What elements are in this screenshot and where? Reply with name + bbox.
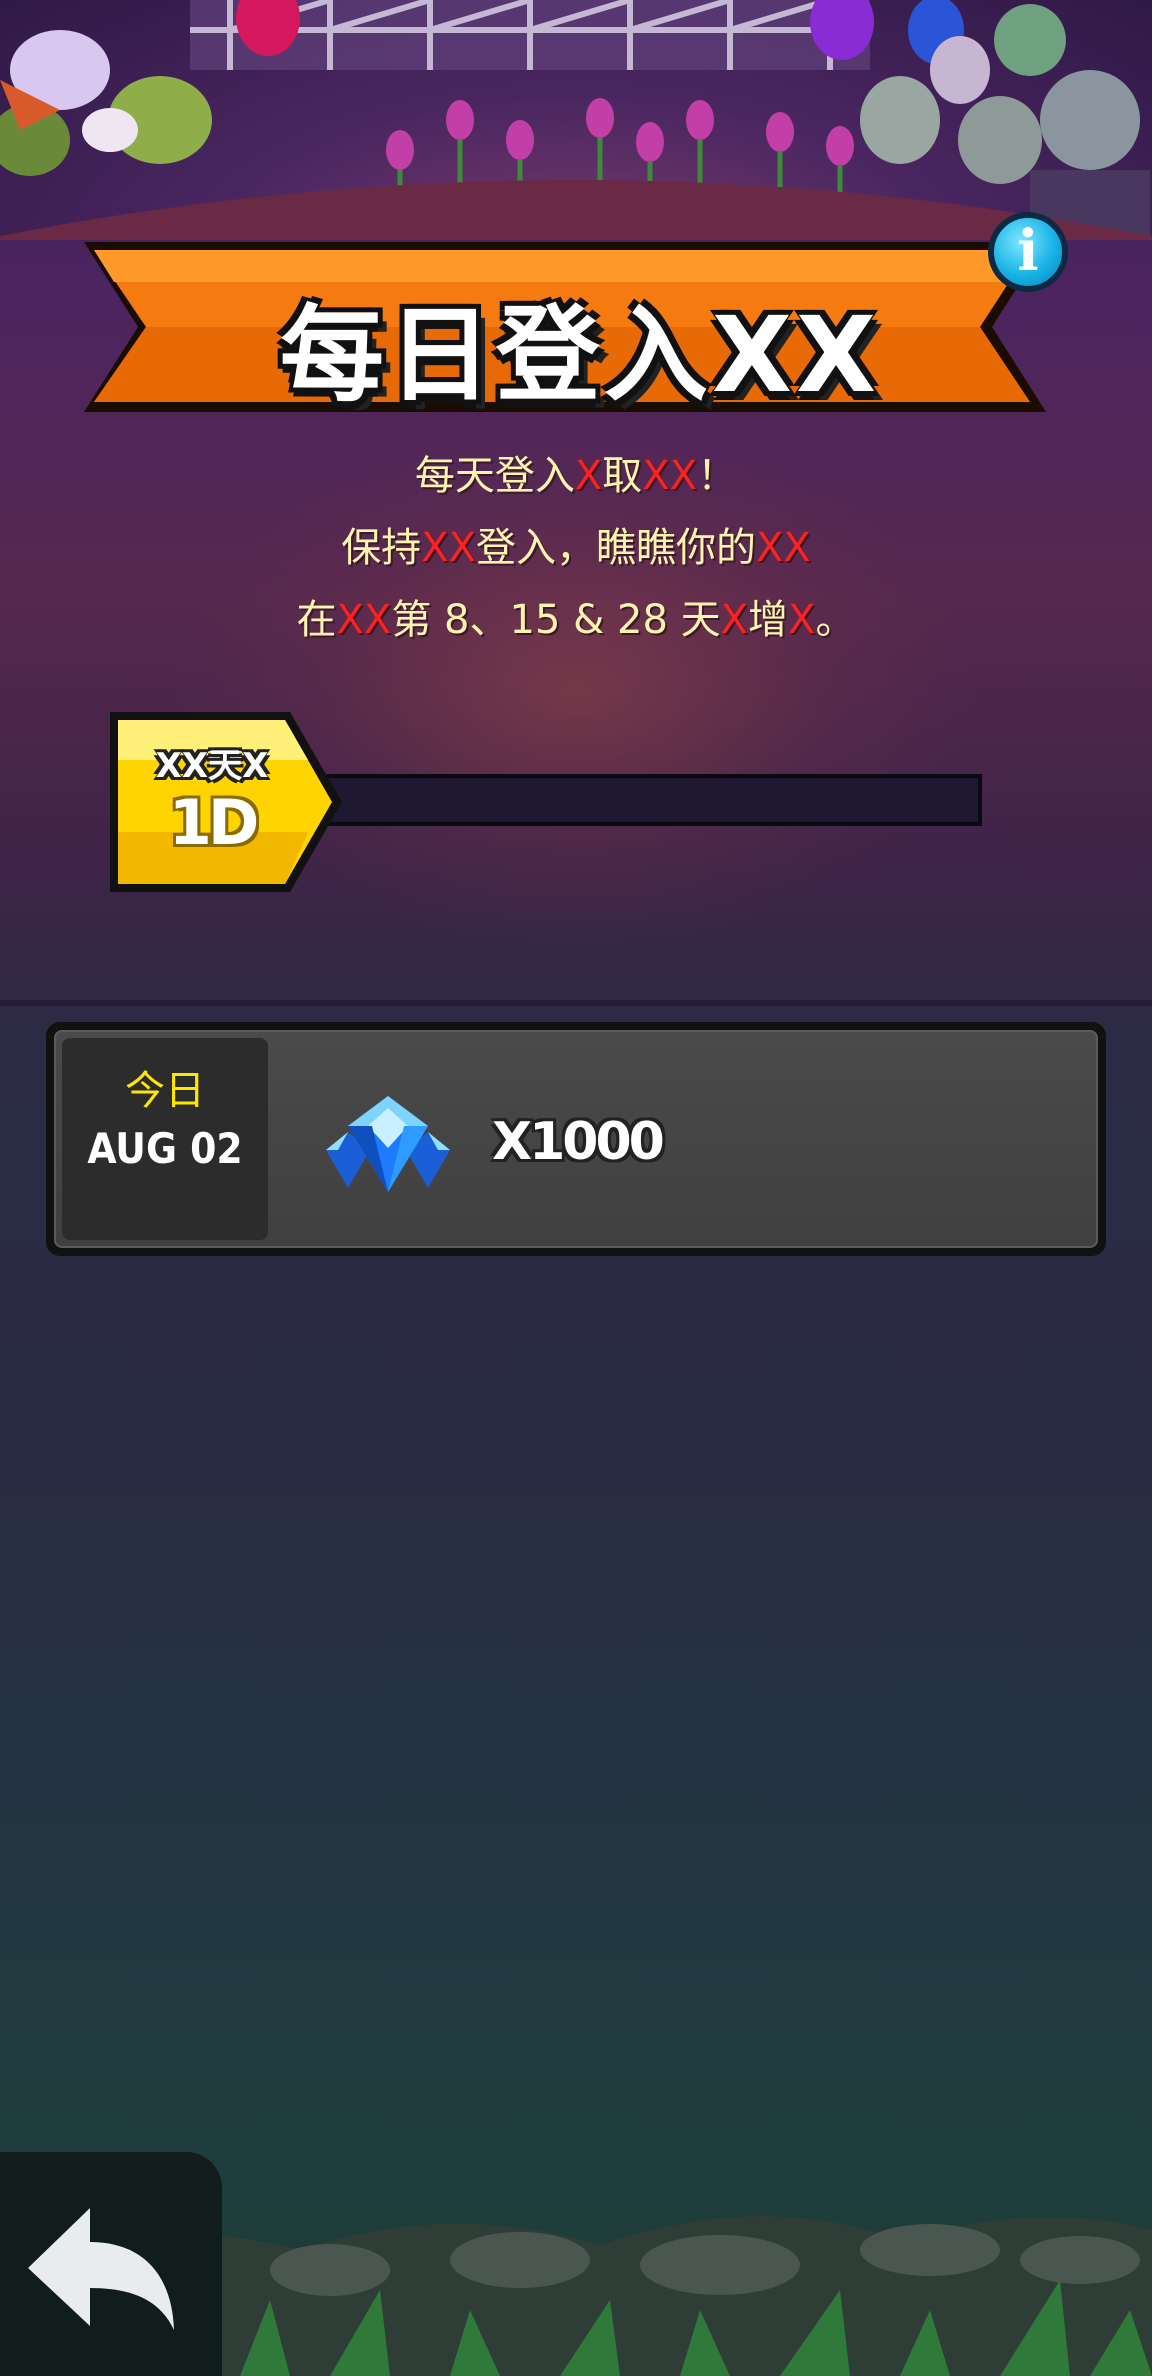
description-line-3: 在XX第 8、15 & 28 天X增X。: [0, 584, 1152, 656]
description-line-2: 保持XX登入，瞧瞧你的XX: [0, 512, 1152, 584]
description-text-segment: 在: [296, 597, 337, 643]
tulip-row-art: [386, 98, 854, 170]
highlight-text: X: [720, 597, 749, 643]
description-text-segment: 。: [815, 597, 856, 643]
today-label: 今日: [125, 1068, 205, 1114]
streak-label: XX天X: [155, 746, 269, 786]
info-button[interactable]: i: [988, 212, 1068, 292]
highlight-text: X: [788, 597, 816, 643]
description-text: 每天登入X取XX！ 保持XX登入，瞧瞧你的XX 在XX第 8、15 & 28 天…: [0, 440, 1152, 656]
section-divider: [0, 1000, 1152, 1006]
back-arrow-icon: [28, 2208, 174, 2330]
arena-fence-art: [0, 0, 1152, 240]
description-text-segment: 登入，瞧瞧你的: [476, 525, 756, 571]
header-scene: [0, 0, 1152, 240]
streak-value: 1D: [168, 786, 260, 859]
streak-progress-bar: [310, 774, 982, 826]
highlight-text: XX: [421, 525, 476, 571]
description-text-segment: 保持: [341, 525, 422, 571]
info-icon: i: [1017, 218, 1039, 284]
reward-row[interactable]: 今日 AUG 02 X1000: [46, 1022, 1106, 1256]
date-cell: 今日 AUG 02: [62, 1038, 268, 1240]
highlight-text: XX: [756, 525, 811, 571]
highlight-text: XX: [336, 597, 392, 643]
highlight-text: XX: [642, 453, 698, 499]
plant-characters-art: [0, 30, 212, 176]
back-button[interactable]: [0, 2152, 222, 2376]
description-text-segment: 第 8、15 & 28 天: [391, 597, 721, 643]
gem-icon: [326, 1096, 450, 1192]
page-title: 每日登入XX: [279, 294, 881, 416]
description-text-segment: 每天登入: [414, 453, 575, 499]
description-line-1: 每天登入X取XX！: [0, 440, 1152, 512]
highlight-text: X: [574, 453, 603, 499]
description-text-segment: 取: [602, 453, 643, 499]
title-banner: 每日登入XX: [80, 232, 1050, 422]
reward-card: 今日 AUG 02 X1000: [54, 1030, 1098, 1248]
reward-amount: X1000: [492, 1112, 665, 1172]
description-text-segment: 增: [748, 597, 789, 643]
reward-date: AUG 02: [87, 1124, 243, 1173]
description-text-segment: ！: [697, 453, 738, 499]
